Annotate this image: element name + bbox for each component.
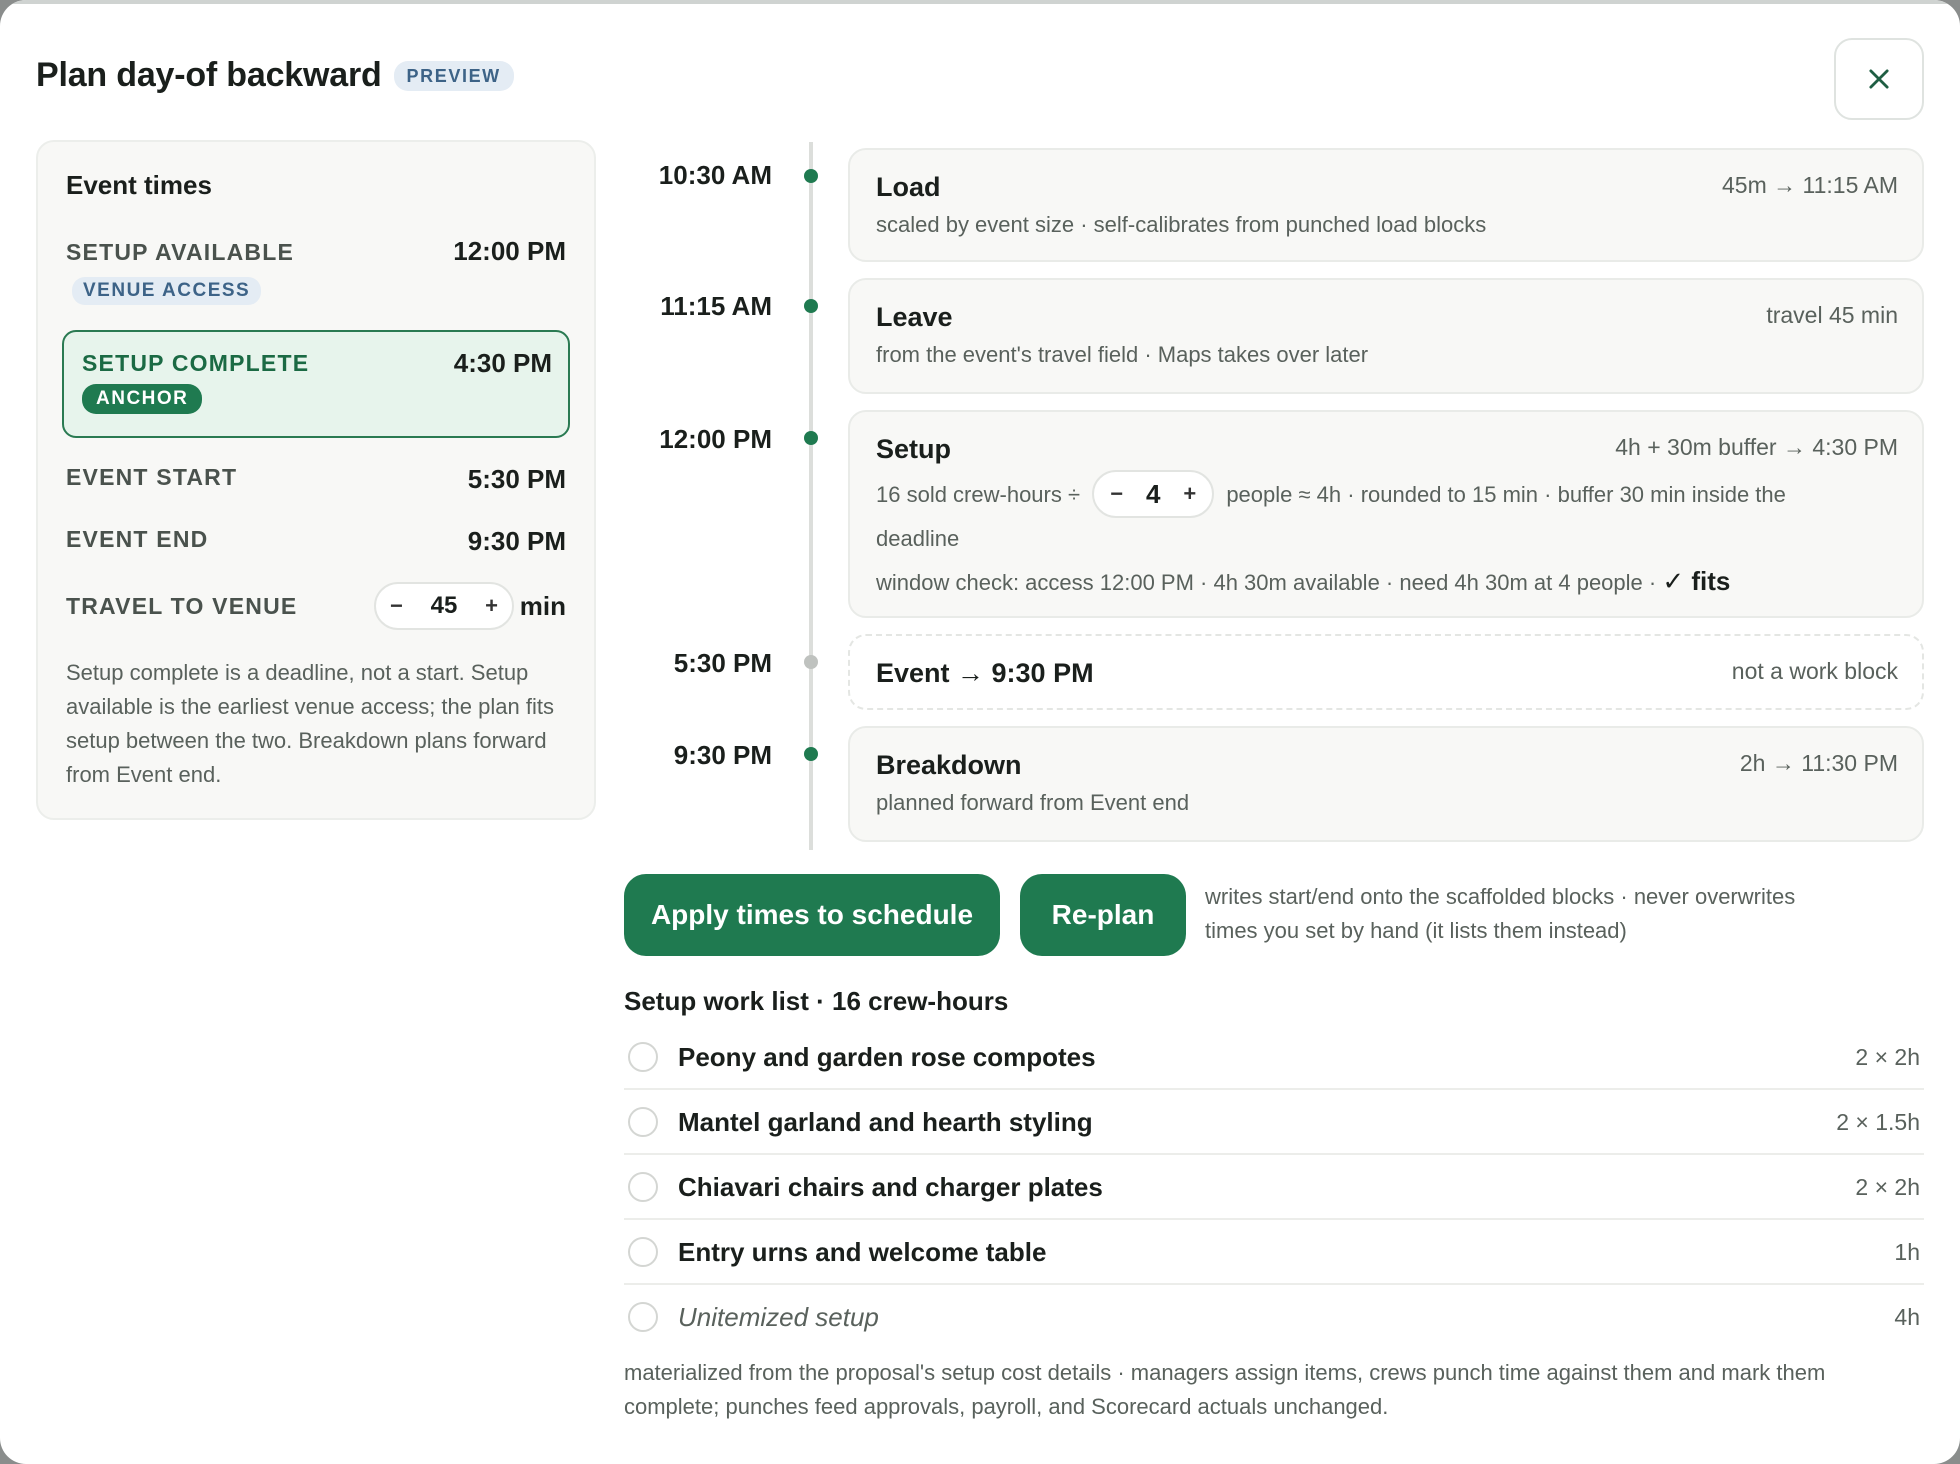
modal-title: Plan day-of backward (36, 56, 382, 94)
work-item-name: Chiavari chairs and charger plates (678, 1172, 1103, 1202)
block-event-meta: not a work block (1731, 658, 1898, 684)
setup-available-label: SETUP AVAILABLE VENUE ACCESS (66, 234, 406, 306)
timeline-dot-load (804, 169, 818, 183)
work-item-checkbox[interactable] (628, 1237, 658, 1267)
setup-complete-row[interactable]: SETUP COMPLETE 4:30 PM ANCHOR (62, 330, 570, 438)
time-label-event: 5:30 PM (673, 648, 772, 678)
setup-available-value[interactable]: 12:00 PM (453, 236, 566, 267)
travel-increment-button[interactable]: + (485, 593, 498, 619)
work-item[interactable]: Unitemized setup 4h (624, 1285, 1924, 1350)
work-item-duration: 2 × 2h (1855, 1044, 1920, 1070)
work-list: Peony and garden rose compotes 2 × 2h Ma… (624, 1025, 1924, 1350)
work-item-checkbox[interactable] (628, 1302, 658, 1332)
work-item-duration: 1h (1894, 1239, 1920, 1265)
event-start-value[interactable]: 5:30 PM (468, 464, 566, 495)
event-start-label: EVENT START (66, 464, 238, 490)
block-setup-name: Setup (876, 434, 952, 464)
block-breakdown-name: Breakdown (876, 750, 1022, 780)
event-times-panel: Event times SETUP AVAILABLE VENUE ACCESS… (36, 140, 596, 820)
modal-header: Plan day-of backward PREVIEW (36, 56, 514, 95)
block-leave-name: Leave (876, 302, 953, 332)
setup-available-row: SETUP AVAILABLE VENUE ACCESS 12:00 PM (66, 234, 566, 306)
travel-stepper: − 45 + (374, 582, 514, 630)
travel-decrement-button[interactable]: − (390, 593, 403, 619)
setup-calculation: 16 sold crew-hours ÷ − 4 + people ≈ 4h ·… (876, 470, 1822, 558)
block-setup[interactable]: Setup 4h + 30m buffer → 4:30 PM 16 sold … (848, 410, 1924, 618)
block-breakdown-desc: planned forward from Event end (876, 790, 1190, 815)
block-leave-desc: from the event's travel field · Maps tak… (876, 342, 1369, 367)
close-button[interactable] (1834, 38, 1924, 120)
timeline-dot-setup (804, 431, 818, 445)
replan-button[interactable]: Re-plan (1020, 874, 1186, 956)
block-load-meta: 45m → 11:15 AM (1722, 172, 1898, 198)
event-end-value[interactable]: 9:30 PM (468, 526, 566, 557)
event-end-label: EVENT END (66, 526, 209, 552)
event-times-heading: Event times (66, 170, 212, 200)
close-icon (1869, 69, 1889, 89)
timeline-dot-event (804, 655, 818, 669)
apply-note: writes start/end onto the scaffolded blo… (1205, 884, 1796, 943)
event-start-row: EVENT START 5:30 PM (66, 464, 566, 494)
travel-unit: min (519, 591, 566, 621)
work-item-name: Unitemized setup (678, 1302, 879, 1332)
venue-access-chip: VENUE ACCESS (72, 277, 262, 305)
block-event: Event → 9:30 PM not a work block (848, 634, 1924, 710)
event-times-note: Setup complete is a deadline, not a star… (66, 660, 554, 787)
block-load-name: Load (876, 172, 941, 202)
work-item-checkbox[interactable] (628, 1172, 658, 1202)
people-decrement-button[interactable]: − (1110, 475, 1123, 513)
timeline-dot-breakdown (804, 747, 818, 761)
apply-times-button[interactable]: Apply times to schedule (624, 874, 1000, 956)
block-breakdown-meta: 2h → 11:30 PM (1739, 750, 1898, 776)
block-event-name: Event → 9:30 PM (876, 658, 1094, 688)
travel-value[interactable]: 45 (431, 592, 458, 620)
setup-complete-value[interactable]: 4:30 PM (454, 348, 552, 379)
window-check: window check: access 12:00 PM · 4h 30m a… (876, 566, 1731, 596)
setup-complete-label: SETUP COMPLETE (82, 350, 310, 376)
time-label-load: 10:30 AM (658, 160, 772, 190)
work-item[interactable]: Mantel garland and hearth styling 2 × 1.… (624, 1090, 1924, 1155)
people-stepper: − 4 + (1092, 470, 1215, 518)
preview-badge: PREVIEW (393, 60, 514, 91)
people-increment-button[interactable]: + (1183, 475, 1196, 513)
work-item[interactable]: Entry urns and welcome table 1h (624, 1220, 1924, 1285)
people-value[interactable]: 4 (1146, 475, 1160, 513)
anchor-chip: ANCHOR (82, 384, 203, 414)
work-item-checkbox[interactable] (628, 1107, 658, 1137)
timeline-line (809, 142, 813, 850)
work-item-name: Peony and garden rose compotes (678, 1042, 1096, 1072)
event-end-row: EVENT END 9:30 PM (66, 526, 566, 556)
travel-label: TRAVEL TO VENUE (66, 593, 298, 619)
travel-row: TRAVEL TO VENUE − 45 + min (66, 582, 566, 630)
block-breakdown[interactable]: Breakdown 2h → 11:30 PM planned forward … (848, 726, 1924, 842)
block-setup-meta: 4h + 30m buffer → 4:30 PM (1615, 434, 1898, 460)
work-item-duration: 2 × 2h (1855, 1174, 1920, 1200)
block-load[interactable]: Load 45m → 11:15 AM scaled by event size… (848, 148, 1924, 262)
block-leave[interactable]: Leave travel 45 min from the event's tra… (848, 278, 1924, 394)
backdrop-strip (0, 0, 1960, 4)
work-item-checkbox[interactable] (628, 1042, 658, 1072)
work-list-title: Setup work list · 16 crew-hours (624, 986, 1009, 1016)
work-item[interactable]: Peony and garden rose compotes 2 × 2h (624, 1025, 1924, 1090)
time-label-breakdown: 9:30 PM (673, 740, 772, 770)
work-item-duration: 4h (1894, 1304, 1920, 1330)
work-list-note: materialized from the proposal's setup c… (624, 1360, 1826, 1419)
block-leave-meta: travel 45 min (1766, 302, 1898, 328)
work-item[interactable]: Chiavari chairs and charger plates 2 × 2… (624, 1155, 1924, 1220)
work-item-name: Mantel garland and hearth styling (678, 1107, 1093, 1137)
block-load-desc: scaled by event size · self-calibrates f… (876, 212, 1487, 237)
work-item-name: Entry urns and welcome table (678, 1237, 1047, 1267)
plan-modal: Plan day-of backward PREVIEW Event times… (0, 0, 1960, 1464)
time-label-setup: 12:00 PM (659, 424, 772, 454)
timeline-dot-leave (804, 299, 818, 313)
time-label-leave: 11:15 AM (660, 291, 772, 321)
fits-status: ✓ fits (1662, 566, 1731, 596)
work-item-duration: 2 × 1.5h (1836, 1109, 1920, 1135)
